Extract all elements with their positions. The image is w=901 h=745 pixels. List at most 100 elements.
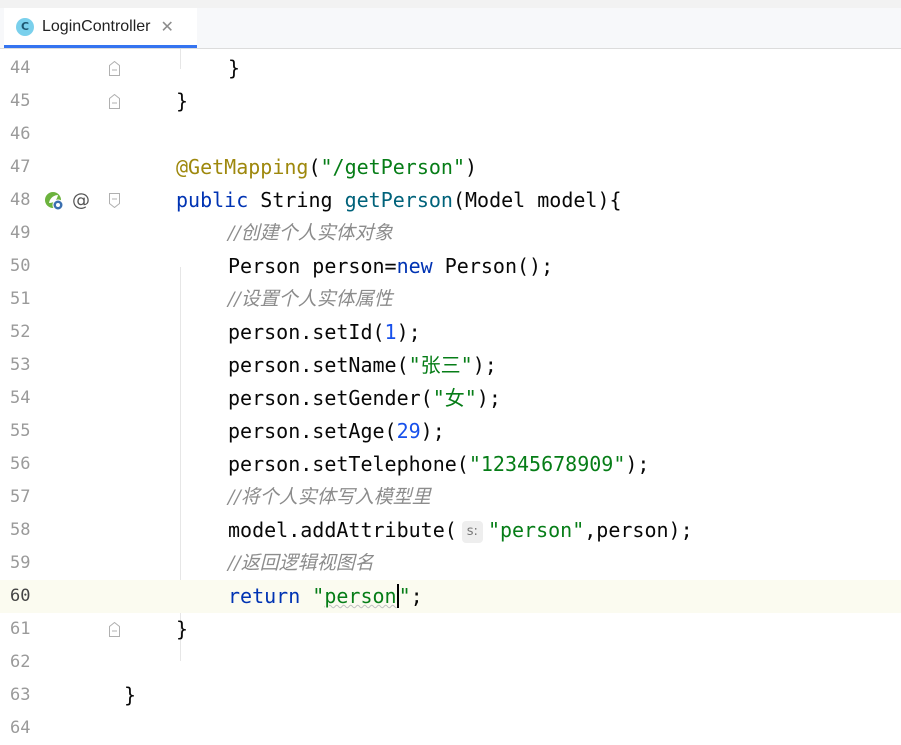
line-number: 51 (10, 289, 31, 309)
code-line[interactable]: 48 @ public String getPerson(Model model… (0, 184, 901, 217)
code-line[interactable]: 51 //设置个人实体属性 (0, 283, 901, 316)
comment: //返回逻辑视图名 (228, 552, 374, 574)
quote: " (398, 584, 411, 608)
code-line[interactable]: 61 } (0, 613, 901, 646)
string-literal: "/getPerson" (320, 155, 466, 179)
number-literal: 1 (384, 320, 397, 344)
code-text: @GetMapping("/getPerson") (176, 151, 477, 184)
line-number: 54 (10, 388, 31, 408)
annotation: @GetMapping (176, 155, 309, 179)
code-text: public String getPerson(Model model){ (176, 184, 622, 217)
code-line[interactable]: 59 //返回逻辑视图名 (0, 547, 901, 580)
keyword: public (176, 188, 249, 212)
fold-start-icon[interactable] (108, 193, 121, 208)
code-segment: person.setName( (228, 353, 409, 377)
code-segment: person.setGender( (228, 386, 433, 410)
code-text: person.setAge(29); (228, 415, 445, 448)
code-segment: person.setTelephone( (228, 452, 469, 476)
code-segment: ,person); (584, 518, 693, 542)
code-text: person.setTelephone("12345678909"); (228, 448, 649, 481)
number-literal: 29 (396, 419, 421, 443)
line-number: 53 (10, 355, 31, 375)
quote: " (312, 584, 325, 608)
params: (Model model){ (452, 188, 622, 212)
string-literal: "person" (312, 584, 411, 608)
code-text: person.setGender("女"); (228, 382, 501, 415)
line-number: 47 (10, 157, 31, 177)
code-segment: ); (420, 419, 445, 443)
code-line[interactable]: 52 person.setId(1); (0, 316, 901, 349)
code-text: } (176, 89, 189, 113)
code-line-current[interactable]: 60 return "person "; (0, 580, 901, 613)
code-line[interactable]: 44 } (0, 52, 901, 85)
semicolon: ; (410, 584, 423, 608)
fold-end-icon[interactable] (108, 622, 121, 637)
code-line[interactable]: 50 Person person=new Person(); (0, 250, 901, 283)
spring-bean-icon[interactable] (44, 191, 64, 211)
code-segment: Person person= (228, 254, 397, 278)
code-editor[interactable]: 44 } 45 } 46 47 @GetMapping("/getPerson"… (0, 49, 901, 738)
code-segment: ); (396, 320, 421, 344)
code-text: Person person=new Person(); (228, 250, 553, 283)
line-number: 45 (10, 91, 31, 111)
code-line[interactable]: 47 @GetMapping("/getPerson") (0, 151, 901, 184)
line-number: 59 (10, 553, 31, 573)
code-text: person.setId(1); (228, 316, 421, 349)
code-segment: person.setId( (228, 320, 385, 344)
type-name: String (260, 188, 333, 212)
code-line[interactable]: 62 (0, 646, 901, 679)
tab-login-controller[interactable]: C LoginController ✕ (4, 8, 197, 48)
code-segment: ); (625, 452, 650, 476)
comment: //创建个人实体对象 (228, 222, 393, 244)
code-line[interactable]: 49 //创建个人实体对象 (0, 217, 901, 250)
code-segment: ); (476, 386, 501, 410)
line-number: 48 (10, 190, 31, 210)
code-line[interactable]: 53 person.setName("张三"); (0, 349, 901, 382)
line-number: 63 (10, 685, 31, 705)
paren: ( (308, 155, 321, 179)
line-number: 60 (10, 586, 31, 606)
code-text: return "person "; (228, 580, 423, 613)
code-text: } (228, 56, 241, 80)
line-number: 52 (10, 322, 31, 342)
code-line[interactable]: 63 } (0, 679, 901, 712)
line-number: 50 (10, 256, 31, 276)
code-segment: Person(); (432, 254, 554, 278)
string-literal: "张三" (408, 353, 473, 377)
line-number: 61 (10, 619, 31, 639)
code-line[interactable]: 54 person.setGender("女"); (0, 382, 901, 415)
line-number: 57 (10, 487, 31, 507)
at-icon[interactable]: @ (72, 184, 90, 217)
fold-end-icon[interactable] (108, 61, 121, 76)
keyword: new (396, 254, 433, 278)
paren: ) (465, 155, 478, 179)
line-number: 44 (10, 58, 31, 78)
line-number: 56 (10, 454, 31, 474)
close-icon[interactable]: ✕ (161, 17, 174, 36)
method-name: getPerson (344, 188, 453, 212)
code-segment: model.addAttribute( (228, 518, 457, 542)
string-literal: "person" (487, 518, 585, 542)
code-line[interactable]: 57 //将个人实体写入模型里 (0, 481, 901, 514)
line-number: 55 (10, 421, 31, 441)
code-line[interactable]: 46 (0, 118, 901, 151)
code-segment: person.setAge( (228, 419, 397, 443)
code-line[interactable]: 55 person.setAge(29); (0, 415, 901, 448)
code-text: model.addAttribute(s: "person",person); (228, 514, 693, 547)
code-text: } (124, 683, 137, 707)
keyword: return (228, 584, 301, 608)
line-number: 58 (10, 520, 31, 540)
comment: //设置个人实体属性 (228, 288, 393, 310)
tab-label: LoginController (42, 17, 151, 35)
string-literal: "女" (432, 386, 477, 410)
code-text: } (176, 617, 189, 641)
spelling-squiggle: person (324, 584, 397, 608)
comment: //将个人实体写入模型里 (228, 486, 431, 508)
line-number: 46 (10, 124, 31, 144)
code-line[interactable]: 56 person.setTelephone("12345678909"); (0, 448, 901, 481)
string-literal: "12345678909" (468, 452, 626, 476)
code-line[interactable]: 45 } (0, 85, 901, 118)
code-text: person.setName("张三"); (228, 349, 497, 382)
fold-end-icon[interactable] (108, 94, 121, 109)
code-line[interactable]: 58 model.addAttribute(s: "person",person)… (0, 514, 901, 547)
